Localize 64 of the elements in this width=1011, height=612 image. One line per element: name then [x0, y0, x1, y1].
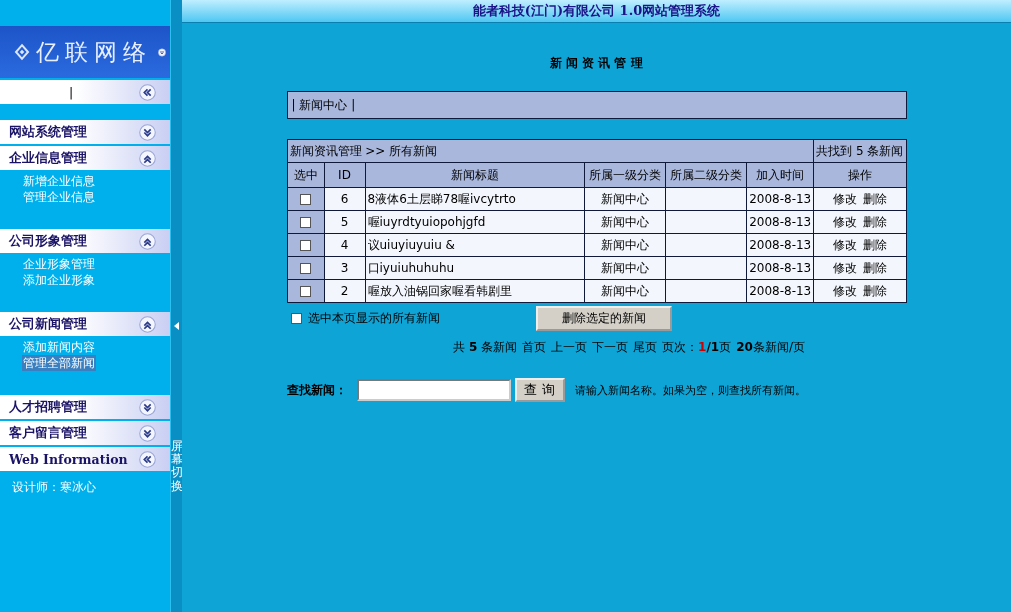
news-title[interactable]: 口iyuiuhuhuhu: [365, 256, 585, 280]
search-button[interactable]: 查 询: [514, 378, 565, 402]
designer-credit: 设计师：寒冰心: [11, 479, 97, 496]
collapse-icon[interactable]: [139, 315, 156, 333]
news-title[interactable]: 议uiuyiuyuiu &: [365, 233, 585, 257]
menu-group-header[interactable]: 公司新闻管理: [0, 312, 170, 336]
breadcrumb[interactable]: | 新闻中心 |: [291, 98, 356, 112]
column-header: 所属二级分类: [665, 162, 747, 188]
column-header: 加入时间: [746, 162, 814, 188]
double-chevron-left-icon[interactable]: [139, 450, 156, 468]
delete-link[interactable]: 删除: [862, 260, 887, 275]
menu-group-header[interactable]: 客户留言管理: [0, 421, 170, 445]
splitter-label[interactable]: 屏幕切换: [170, 440, 183, 493]
column-header: 新闻标题: [365, 162, 585, 188]
news-title[interactable]: 8液体6土层睇78喔ivcytrto: [365, 187, 585, 211]
row-checkbox[interactable]: [300, 263, 311, 274]
menu-group-header[interactable]: 公司形象管理: [0, 229, 170, 253]
menu-group-header[interactable]: Web Information: [0, 447, 170, 471]
column-header: ID: [324, 162, 365, 188]
column-header: 选中: [287, 162, 324, 188]
edit-link[interactable]: 修改: [832, 260, 857, 275]
pager-link[interactable]: 上一页: [551, 340, 588, 354]
delete-link[interactable]: 删除: [862, 237, 887, 252]
menu-group-header[interactable]: 网站系统管理: [0, 120, 170, 144]
collapse-icon[interactable]: [139, 149, 156, 167]
search-hint: 请输入新闻名称。如果为空，则查找所有新闻。: [574, 382, 806, 398]
pager-link[interactable]: 尾页: [633, 340, 658, 354]
collapse-icon[interactable]: [139, 232, 156, 250]
pager-text: 20条新闻/页: [736, 340, 805, 354]
delete-link[interactable]: 删除: [862, 191, 887, 206]
edit-link[interactable]: 修改: [832, 214, 857, 229]
search-label: 查找新闻：: [286, 381, 347, 399]
exit-link[interactable]: |: [69, 84, 74, 100]
menu-item[interactable]: 管理全部新闻: [22, 355, 96, 371]
table-caption: 新闻资讯管理 >> 所有新闻: [287, 139, 814, 163]
delete-selected-button[interactable]: 删除选定的新闻: [535, 306, 672, 331]
search-field[interactable]: [356, 379, 511, 401]
row-checkbox[interactable]: [300, 240, 311, 251]
column-header: 操作: [813, 162, 906, 188]
row-checkbox[interactable]: [300, 194, 311, 205]
row-checkbox[interactable]: [300, 286, 311, 297]
pager-link[interactable]: 下一页: [592, 340, 629, 354]
select-all-checkbox[interactable]: [290, 313, 302, 324]
splitter-bar[interactable]: 屏幕切换: [170, 0, 182, 612]
delete-link[interactable]: 删除: [862, 283, 887, 298]
delete-link[interactable]: 删除: [862, 214, 887, 229]
row-checkbox[interactable]: [300, 217, 311, 228]
pager-text: 共 5 条新闻: [453, 340, 518, 354]
edit-link[interactable]: 修改: [832, 237, 857, 252]
page-indicator: 页次：1/1页: [662, 340, 732, 354]
logo-text: 亿联网络: [36, 37, 152, 67]
edit-link[interactable]: 修改: [832, 283, 857, 298]
result-count: 共找到 5 条新闻: [813, 139, 906, 163]
edit-link[interactable]: 修改: [832, 191, 857, 206]
pager-link[interactable]: 首页: [522, 340, 547, 354]
column-header: 所属一级分类: [584, 162, 666, 188]
double-chevron-left-icon[interactable]: [139, 83, 156, 101]
menu-group-header[interactable]: 人才招聘管理: [0, 395, 170, 419]
select-all-label[interactable]: 选中本页显示的所有新闻: [307, 310, 440, 327]
news-title[interactable]: 喔放入油锅回家喔看韩剧里: [365, 279, 585, 303]
page-title: 新 闻 资 讯 管 理: [549, 56, 644, 71]
menu-group-header[interactable]: 企业信息管理: [0, 146, 170, 170]
news-title[interactable]: 喔iuyrdtyuiopohjgfd: [365, 210, 585, 234]
system-title: 能者科技(江门)有限公司 1.0网站管理系统: [182, 0, 1011, 23]
